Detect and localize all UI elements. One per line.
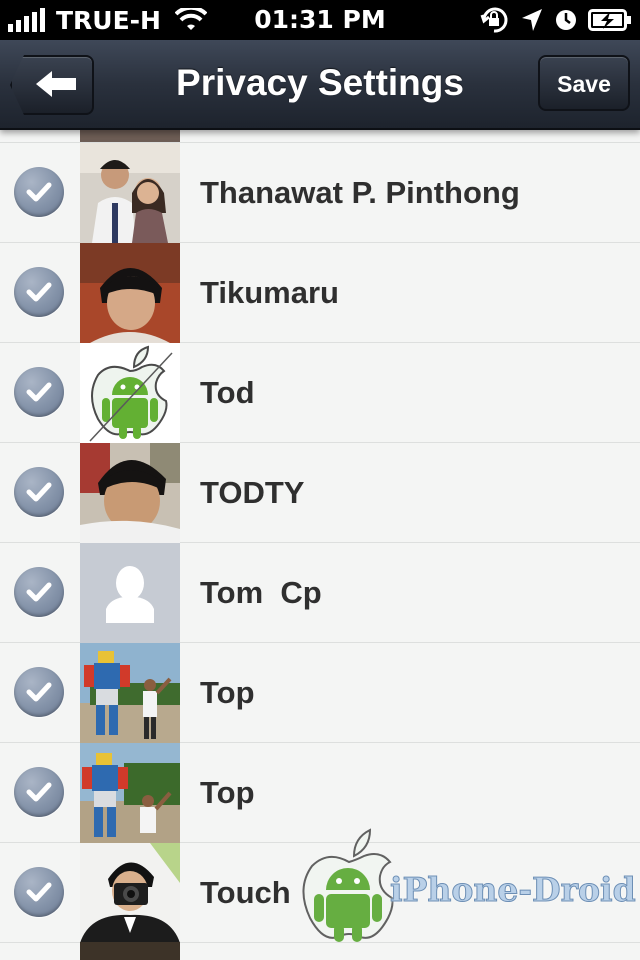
android-apple-logo [80, 343, 180, 443]
list-item-partial [0, 130, 640, 143]
avatar [80, 643, 180, 743]
location-arrow-icon [522, 9, 542, 31]
list-item[interactable]: Top [0, 743, 640, 843]
contact-name: Thanawat P. Pinthong [200, 175, 520, 210]
contact-name: Tikumaru [200, 275, 339, 310]
back-button[interactable] [10, 55, 94, 115]
page-title: Privacy Settings [176, 62, 464, 103]
checkmark-icon[interactable] [14, 767, 64, 817]
alarm-clock-icon [556, 10, 576, 30]
avatar [80, 143, 180, 243]
checkmark-icon[interactable] [14, 667, 64, 717]
contact-name: Top [200, 775, 255, 810]
avatar [80, 843, 180, 943]
avatar [80, 243, 180, 343]
back-arrow-icon [36, 71, 76, 97]
contact-name: TODTY [200, 475, 305, 510]
avatar [80, 130, 180, 142]
contact-name: Tom Cp [200, 575, 322, 610]
contact-name: Tod [200, 375, 255, 410]
checkmark-icon[interactable] [14, 267, 64, 317]
list-item[interactable]: Tikumaru [0, 243, 640, 343]
list-item[interactable]: Thanawat P. Pinthong [0, 143, 640, 243]
checkmark-icon[interactable] [14, 367, 64, 417]
navigation-bar: Privacy Settings Save [0, 40, 640, 130]
contact-name: Touch [200, 875, 291, 910]
orientation-lock-icon [480, 7, 508, 33]
checkmark-icon[interactable] [14, 167, 64, 217]
contact-list[interactable]: Thanawat P. Pinthong Tikumaru Tod TODTY … [0, 130, 640, 960]
list-item-partial [0, 942, 640, 960]
avatar [80, 942, 180, 960]
default-avatar-icon [80, 543, 180, 643]
save-button[interactable]: Save [538, 55, 630, 111]
list-item[interactable]: Tom Cp [0, 543, 640, 643]
checkmark-icon[interactable] [14, 467, 64, 517]
list-item[interactable]: Touch [0, 843, 640, 943]
list-item[interactable]: TODTY [0, 443, 640, 543]
battery-charging-icon [588, 9, 631, 31]
contact-name: Top [200, 675, 255, 710]
status-icons [478, 4, 632, 36]
avatar [80, 443, 180, 543]
checkmark-icon[interactable] [14, 567, 64, 617]
avatar [80, 743, 180, 843]
list-item[interactable]: Top [0, 643, 640, 743]
list-item[interactable]: Tod [0, 343, 640, 443]
status-bar: TRUE-H 01:31 PM [0, 0, 640, 40]
checkmark-icon[interactable] [14, 867, 64, 917]
